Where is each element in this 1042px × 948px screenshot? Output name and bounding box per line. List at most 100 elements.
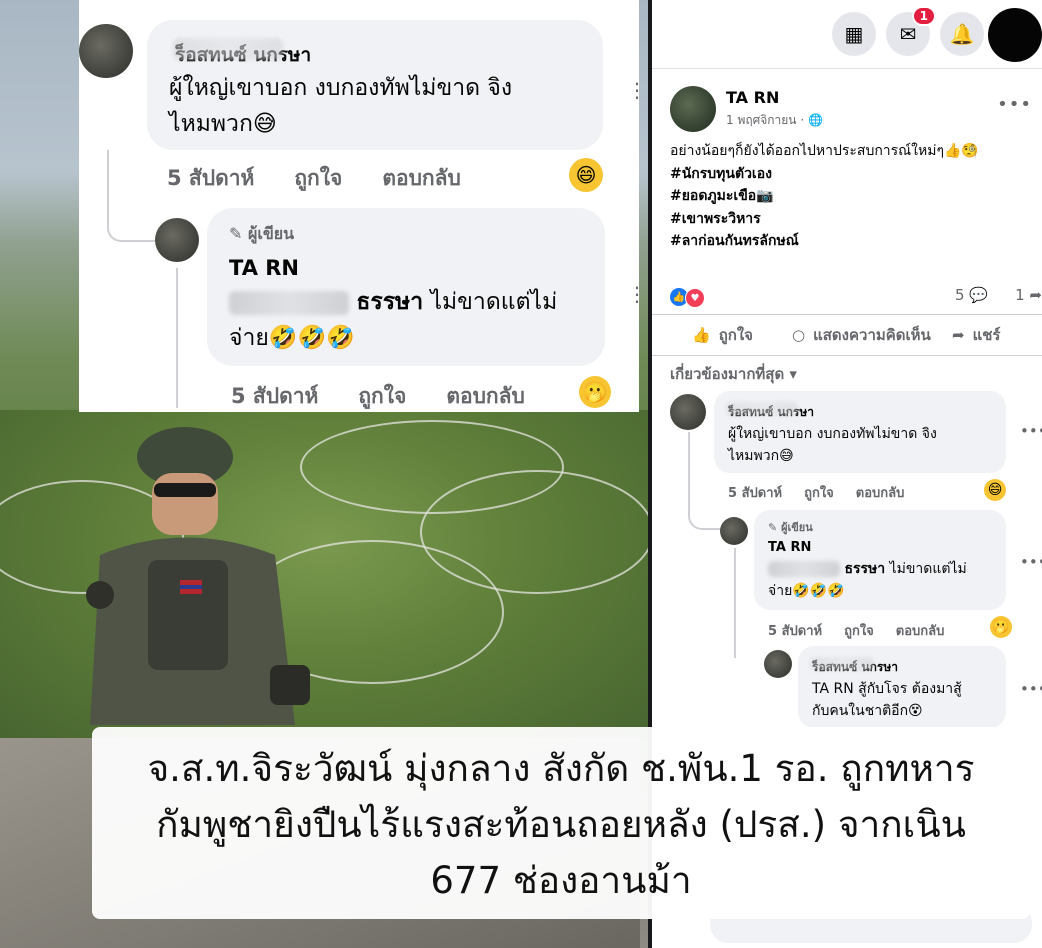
reply-text-line: ธรรษา ไม่ขาดแต่ไม่ xyxy=(229,284,557,320)
hashtag-link[interactable]: #ลาก่อนกันทรลักษณ์ xyxy=(670,230,1040,253)
post-action-bar: 👍 ถูกใจ ○ แสดงความคิดเห็น ➦ แชร์ xyxy=(652,314,1042,356)
mention-link[interactable]: ธรรษา xyxy=(356,289,423,315)
comment-options-icon[interactable]: ⋮ xyxy=(627,78,647,102)
thread-line xyxy=(734,548,736,658)
comment-text-line: ผู้ใหญ่เขาบอก งบกองทัพไม่ขาด จิง xyxy=(169,75,513,101)
comment-screenshot: ร็อสทนซ์ นกรษา ผู้ใหญ่เขาบอก งบกองทัพไม่… xyxy=(79,0,647,413)
like-link[interactable]: ถูกใจ xyxy=(358,380,406,413)
share-icon: ➦ xyxy=(952,326,965,344)
reply-text-line: ธรรษา ไม่ขาดแต่ไม่ xyxy=(768,558,967,580)
author-badge-label: ผู้เขียน xyxy=(781,521,813,534)
author-avatar xyxy=(155,218,199,262)
comment-options-icon[interactable]: ••• xyxy=(1020,422,1042,440)
grid-menu-icon[interactable]: ▦ xyxy=(832,12,876,56)
thumbs-up-icon: 👍 xyxy=(692,326,711,344)
hashtag-link[interactable]: #เขาพระวิหาร xyxy=(670,208,1040,231)
author-badge-label: ผู้เขียน xyxy=(247,224,295,243)
soldier-figure xyxy=(86,427,310,725)
thread-connector xyxy=(688,432,720,530)
share-count[interactable]: 1 ➦ xyxy=(1015,286,1042,304)
comment-text-line: TA RN สู้กับโจร ต้องมาสู้ xyxy=(812,681,962,697)
post-date[interactable]: 1 พฤศจิกายน · xyxy=(726,113,804,127)
globe-icon: 🌐 xyxy=(807,113,823,127)
comment-sort-dropdown[interactable]: เกี่ยวข้องมากที่สุด ▾ xyxy=(670,362,797,386)
hashtag-link[interactable]: #นักรบทุนตัวเอง xyxy=(670,163,1040,186)
reply-text-line: จ่าย🤣🤣🤣 xyxy=(229,325,355,351)
comment-time[interactable]: 5 สัปดาห์ xyxy=(728,482,782,503)
post-time[interactable]: 1 พฤศจิกายน · 🌐 xyxy=(726,111,823,130)
reaction-summary: 👍 ♥ 5 💬 1 ➦ xyxy=(670,286,1042,308)
reply-time: 5 สัปดาห์ xyxy=(231,384,319,408)
commenter-avatar[interactable] xyxy=(764,650,792,678)
share-count-value: 1 xyxy=(1015,286,1025,304)
comment-options-icon[interactable]: ••• xyxy=(1020,553,1042,571)
name-redaction xyxy=(726,402,798,416)
reply-text: ธรรษา ไม่ขาดแต่ไม่ จ่าย🤣🤣🤣 xyxy=(768,558,967,602)
reply-link[interactable]: ตอบกลับ xyxy=(446,380,525,413)
news-caption: จ.ส.ท.จิระวัฒน์ มุ่งกลาง สังกัด ช.พัน.1 … xyxy=(92,727,1030,919)
love-reaction-icon[interactable]: ♥ xyxy=(685,288,705,308)
commenter-avatar[interactable] xyxy=(670,394,706,430)
comment-button[interactable]: ○ แสดงความคิดเห็น xyxy=(792,323,931,347)
hashtag-link[interactable]: #ยอดภูมะเขือ📷 xyxy=(670,185,1040,208)
caret-down-icon: ▾ xyxy=(789,365,797,383)
mention-redaction xyxy=(768,561,840,577)
comment-options-icon[interactable]: ••• xyxy=(1020,680,1042,698)
share-arrow-icon: ➦ xyxy=(1029,286,1042,304)
post-options-icon[interactable]: ••• xyxy=(997,94,1032,115)
reply-bubble: ✎ ผู้เขียน TA RN ธรรษา ไม่ขาดแต่ไม่ จ่าย… xyxy=(207,208,605,366)
reaction-emoji: 😄 xyxy=(569,158,603,192)
comment-time: 5 สัปดาห์ xyxy=(167,166,255,190)
profile-avatar[interactable] xyxy=(988,8,1042,62)
commenter-avatar xyxy=(79,24,133,78)
reply-link[interactable]: ตอบกลับ xyxy=(856,482,905,503)
reply-link[interactable]: ตอบกลับ xyxy=(896,620,945,641)
caption-line: จ.ส.ท.จิระวัฒน์ มุ่งกลาง สังกัด ช.พัน.1 … xyxy=(147,747,975,790)
post-body: อย่างน้อยๆก็ยังได้ออกไปหาประสบการณ์ใหม่ๆ… xyxy=(670,140,1040,253)
reply-bubble: ✎ ผู้เขียน TA RN ธรรษา ไม่ขาดแต่ไม่ จ่าย… xyxy=(754,510,1006,610)
bell-icon[interactable]: 🔔 xyxy=(940,12,984,56)
reply-text-tail: ไม่ขาดแต่ไม่ xyxy=(430,289,558,315)
mention-redaction xyxy=(229,290,349,315)
reply-time[interactable]: 5 สัปดาห์ xyxy=(768,620,822,641)
comment-bubble: ร็อสทนซ์ นกรษา ผู้ใหญ่เขาบอก งบกองทัพไม่… xyxy=(147,20,603,150)
comment-text-line: ไหมพวก😅 xyxy=(169,111,277,137)
comment-bubble-icon: 💬 xyxy=(969,286,988,304)
thread-line xyxy=(176,268,178,408)
caption-line: 677 ช่องอานม้า xyxy=(430,859,692,902)
reaction-emoji: 🫢 xyxy=(579,376,611,408)
messenger-badge: 1 xyxy=(911,6,936,26)
reply-text-line: จ่าย🤣🤣🤣 xyxy=(768,583,845,599)
post-author-avatar[interactable] xyxy=(670,86,716,132)
like-link[interactable]: ถูกใจ xyxy=(804,482,834,503)
mention-link[interactable]: ธรรษา xyxy=(844,561,885,577)
like-link[interactable]: ถูกใจ xyxy=(294,162,342,195)
speech-bubble-icon: ○ xyxy=(792,326,806,344)
reaction-emoji: 😄 xyxy=(984,479,1006,501)
comment-text-line: ไหมพวก😅 xyxy=(728,448,794,464)
reply-meta: 5 สัปดาห์ ถูกใจ ตอบกลับ xyxy=(231,380,525,413)
comment-options-icon[interactable]: ⋮ xyxy=(627,282,647,306)
share-button[interactable]: ➦ แชร์ xyxy=(952,323,1000,347)
comment-meta: 5 สัปดาห์ ถูกใจ ตอบกลับ xyxy=(167,162,461,195)
pencil-icon: ✎ xyxy=(229,224,243,243)
comment-count[interactable]: 5 💬 xyxy=(955,286,988,304)
like-button[interactable]: 👍 ถูกใจ xyxy=(692,323,753,347)
pencil-icon: ✎ xyxy=(768,521,778,534)
post-author-name[interactable]: TA RN xyxy=(726,88,779,107)
comment-button-label: แสดงความคิดเห็น xyxy=(813,326,931,344)
thread-connector xyxy=(107,150,157,242)
reply-link[interactable]: ตอบกลับ xyxy=(382,162,461,195)
author-avatar[interactable] xyxy=(720,517,748,545)
reply-author-name[interactable]: TA RN xyxy=(768,540,811,555)
author-badge: ✎ ผู้เขียน xyxy=(768,518,813,536)
comment-meta: 5 สัปดาห์ ถูกใจ ตอบกลับ xyxy=(728,482,904,503)
reply-text: ธรรษา ไม่ขาดแต่ไม่ จ่าย🤣🤣🤣 xyxy=(229,284,557,356)
like-link[interactable]: ถูกใจ xyxy=(844,620,874,641)
comment-count-value: 5 xyxy=(954,286,965,304)
top-navigation-bar: ▦ ✉ 1 🔔 xyxy=(652,0,1042,69)
comment-bubble: ร็อสทนซ์ นกรษา ผู้ใหญ่เขาบอก งบกองทัพไม่… xyxy=(714,391,1006,473)
reply-meta: 5 สัปดาห์ ถูกใจ ตอบกลับ xyxy=(768,620,944,641)
messenger-icon[interactable]: ✉ 1 xyxy=(886,6,936,56)
author-badge: ✎ ผู้เขียน xyxy=(229,222,294,247)
